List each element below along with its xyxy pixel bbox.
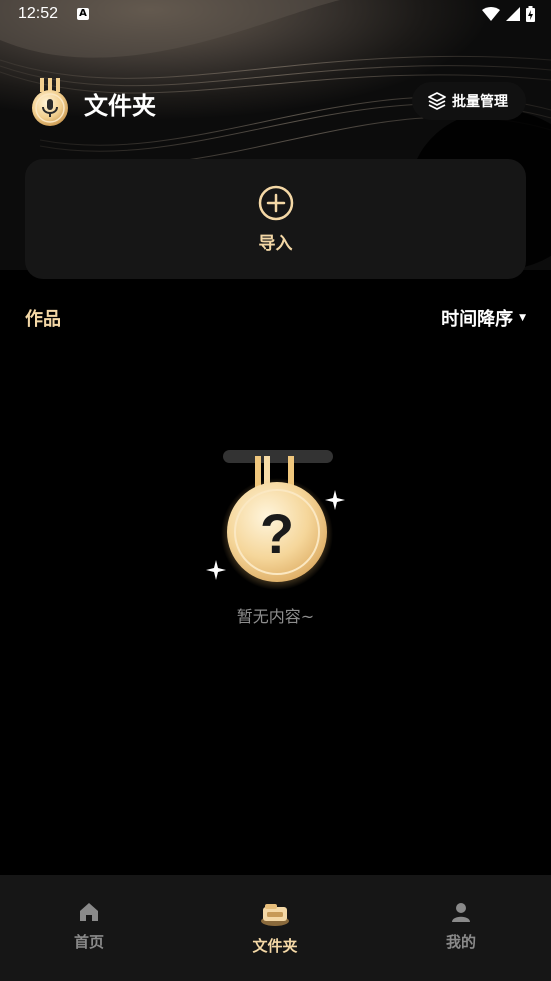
batch-manage-button[interactable]: 批量管理 (412, 82, 526, 120)
works-label: 作品 (25, 309, 61, 330)
bottom-nav: 首页 文件夹 我的 (0, 875, 551, 981)
empty-state-text: 暂无内容~ (236, 607, 315, 626)
page-header: 文件夹 批量管理 (0, 70, 551, 130)
add-circle-icon (258, 185, 293, 220)
status-time: 12:52 (18, 5, 59, 22)
home-icon (80, 903, 98, 921)
import-label: 导入 (258, 233, 293, 254)
battery-icon (526, 6, 535, 22)
nav-item-folder[interactable]: 文件夹 (215, 901, 335, 956)
nav-item-profile[interactable]: 我的 (401, 901, 521, 952)
status-bar: 12:52 A (0, 0, 551, 30)
layers-icon (428, 92, 446, 110)
nav-label-profile: 我的 (445, 933, 476, 951)
folder-icon (261, 904, 289, 926)
nav-label-home: 首页 (73, 933, 104, 951)
import-card[interactable]: 导入 (25, 159, 526, 279)
page-title: 文件夹 (84, 92, 156, 120)
svg-text:?: ? (260, 502, 294, 565)
notification-icon: A (77, 8, 89, 20)
app-logo-icon (32, 78, 68, 126)
profile-icon (452, 903, 470, 922)
signal-icon (506, 7, 520, 21)
sort-dropdown[interactable]: 时间降序 ▼ (441, 305, 526, 331)
status-icons (482, 6, 535, 22)
batch-manage-label: 批量管理 (452, 94, 508, 110)
nav-label-folder: 文件夹 (252, 937, 298, 955)
works-section-header: 作品 时间降序 ▼ (25, 303, 526, 333)
nav-item-home[interactable]: 首页 (29, 901, 149, 952)
caret-down-icon: ▼ (519, 313, 526, 323)
wifi-icon (482, 7, 500, 21)
sort-label: 时间降序 (441, 309, 514, 330)
